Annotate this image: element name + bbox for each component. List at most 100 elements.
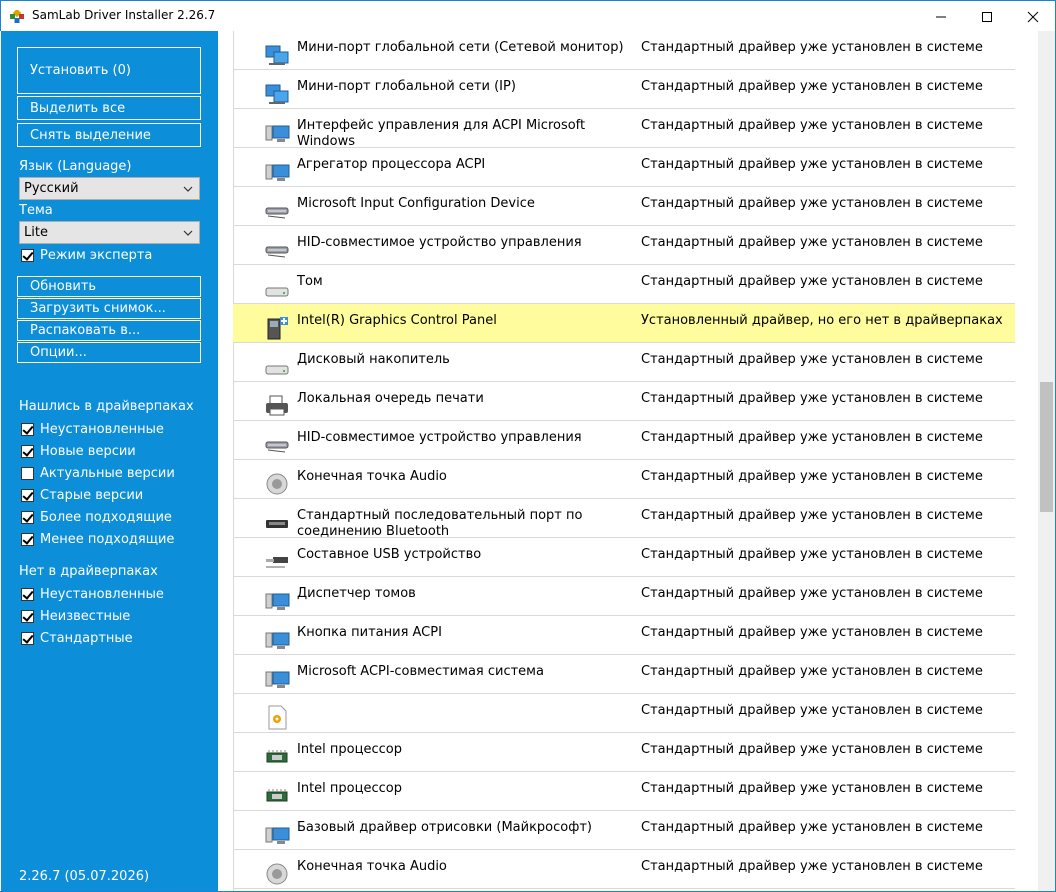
checkbox-icon [21,511,34,524]
close-button[interactable] [1010,1,1056,32]
settings-file-icon [268,705,287,730]
printer-icon [266,395,288,416]
expert-mode-checkbox[interactable]: Режим эксперта [21,248,152,263]
usb-icon [266,557,288,568]
select-all-button[interactable]: Выделить все [17,96,201,120]
driver-name: Диспетчер томов [297,586,416,601]
chevron-down-icon [183,186,193,192]
samlab-app-icon [10,10,24,23]
computer-icon [265,827,290,844]
checkbox-icon [21,467,34,480]
expert-mode-label: Режим эксперта [40,248,153,263]
checkbox-icon [21,533,34,546]
computer-icon [265,164,290,181]
driver-name: Дисковый накопитель [297,352,450,367]
language-select[interactable]: Русский [19,177,200,200]
driver-row[interactable]: Intel процессор Стандартный драйвер уже у… [233,772,1015,811]
load-snapshot-button[interactable]: Загрузить снимок... [17,298,201,319]
found-checkbox-label: Неустановленные [40,422,164,437]
driver-row[interactable]: Мини-порт глобальной сети (IP) Стандартны… [233,70,1015,109]
close-icon [1027,11,1039,22]
driver-row[interactable]: Дисковый накопитель Стандартный драйвер у… [233,343,1015,382]
found-checkbox-0[interactable]: Неустановленные [21,422,164,437]
checkbox-icon [21,249,34,262]
driver-row[interactable]: Базовый драйвер отрисовки (Майкрософт) Ст… [233,811,1015,850]
driver-name: Intel(R) Graphics Control Panel [297,313,497,328]
notfound-checkbox-2[interactable]: Стандартные [21,631,133,646]
driver-row[interactable]: Диспетчер томов Стандартный драйвер уже у… [233,577,1015,616]
driver-status: Стандартный драйвер уже установлен в сис… [641,742,983,757]
driver-status: Стандартный драйвер уже установлен в сис… [641,274,983,289]
driver-row[interactable]: HID-совместимое устройство управления Ста… [233,421,1015,460]
cpu-icon [266,750,288,763]
computer-icon [265,671,290,688]
theme-select[interactable]: Lite [19,221,200,244]
driver-row[interactable]: Microsoft Input Configuration Device Стан… [233,187,1015,226]
found-header: Нашлись в драйверпаках [19,399,194,414]
driver-row[interactable]: Конечная точка Audio Стандартный драйвер … [233,460,1015,499]
found-checkbox-1[interactable]: Новые версии [21,444,136,459]
minimize-button[interactable] [918,1,964,32]
driver-status: Стандартный драйвер уже установлен в сис… [641,157,983,172]
driver-name: Конечная точка Audio [297,859,447,874]
checkbox-icon [21,632,34,645]
options-button[interactable]: Опции... [17,342,201,363]
found-checkbox-4[interactable]: Более подходящие [21,510,172,525]
driver-name: Составное USB устройство [297,547,482,562]
title-bar: SamLab Driver Installer 2.26.7 [0,0,1056,31]
found-checkbox-label: Менее подходящие [40,532,175,547]
found-checkbox-5[interactable]: Менее подходящие [21,532,174,547]
scrollbar-thumb[interactable] [1040,382,1053,512]
driver-row[interactable]: Локальная очередь печати Стандартный драй… [233,382,1015,421]
unpack-button[interactable]: Распаковать в... [17,320,201,341]
driver-row[interactable]: Агрегатор процессора ACPI Стандартный дра… [233,148,1015,187]
deselect-button[interactable]: Снять выделение [17,123,201,147]
found-checkbox-3[interactable]: Старые версии [21,488,143,503]
vertical-scrollbar[interactable] [1038,31,1055,891]
driver-row[interactable]: Том Стандартный драйвер уже установлен в … [233,265,1015,304]
driver-name: HID-совместимое устройство управления [297,235,582,250]
computer-icon [265,632,290,649]
driver-name: Стандартный последовательный порт по сое… [297,508,583,539]
found-checkbox-label: Новые версии [40,444,136,459]
driver-row[interactable]: Интерфейс управления для ACPI Microsoft … [233,109,1015,149]
driver-row[interactable]: Intel(R) Graphics Control Panel Установле… [233,304,1015,343]
speaker-icon [266,473,288,495]
driver-row[interactable]: Конечная точка Audio Стандартный драйвер … [233,850,1015,889]
chevron-down-icon [183,230,193,236]
driver-status: Стандартный драйвер уже установлен в сис… [641,235,983,250]
network-icon [265,84,289,104]
driver-row[interactable]: Мини-порт глобальной сети (Сетевой монит… [233,31,1015,70]
checkbox-icon [21,489,34,502]
driver-row[interactable]: HID-совместимое устройство управления Ста… [233,226,1015,265]
driver-name: HID-совместимое устройство управления [297,430,582,445]
found-checkbox-2[interactable]: Актуальные версии [21,466,175,481]
install-button[interactable]: Установить (0) [17,47,201,94]
driver-status: Стандартный драйвер уже установлен в сис… [641,508,983,523]
driver-row[interactable]: Стандартный драйвер уже установлен в сис… [233,694,1015,733]
cpu-icon [266,789,288,802]
hid-icon [265,246,289,258]
driver-name: Интерфейс управления для ACPI Microsoft … [297,118,586,149]
driver-name: Intel процессор [297,742,402,757]
driver-status: Стандартный драйвер уже установлен в сис… [641,664,983,679]
driver-row[interactable]: Кнопка питания ACPI Стандартный драйвер у… [233,616,1015,655]
refresh-button[interactable]: Обновить [17,276,201,297]
driver-status: Стандартный драйвер уже установлен в сис… [641,40,983,55]
maximize-button[interactable] [964,1,1010,32]
notfound-checkbox-1[interactable]: Неизвестные [21,609,130,624]
driver-status: Стандартный драйвер уже установлен в сис… [641,391,983,406]
notfound-header: Нет в драйверпаках [19,564,158,579]
found-checkbox-label: Более подходящие [40,510,172,525]
driver-status: Стандартный драйвер уже установлен в сис… [641,196,983,211]
driver-status: Стандартный драйвер уже установлен в сис… [641,430,983,445]
driver-row[interactable]: Стандартный последовательный порт по сое… [233,499,1015,539]
sidebar: Установить (0) Выделить все Снять выделе… [1,31,218,891]
driver-row[interactable]: Intel процессор Стандартный драйвер уже у… [233,733,1015,772]
driver-name: Локальная очередь печати [297,391,484,406]
notfound-checkbox-0[interactable]: Неустановленные [21,587,164,602]
driver-name: Базовый драйвер отрисовки (Майкрософт) [297,820,593,835]
driver-row[interactable]: Microsoft ACPI-совместимая система Станда… [233,655,1015,694]
driver-status: Установленный драйвер, но его нет в драй… [641,313,1003,328]
driver-row[interactable]: Составное USB устройство Стандартный драй… [233,538,1015,577]
